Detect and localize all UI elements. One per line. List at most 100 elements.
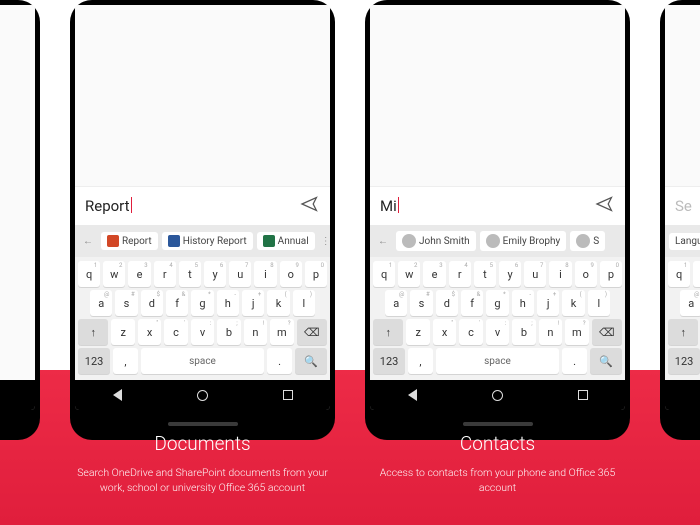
key-k[interactable]: k( xyxy=(562,290,584,316)
key-shift[interactable]: ↑ xyxy=(78,319,108,345)
key-backspace[interactable]: ⌫ xyxy=(592,319,622,345)
phone-screen xyxy=(0,5,35,410)
key-search[interactable]: 🔍 xyxy=(295,348,327,374)
key-v[interactable]: v: xyxy=(191,319,214,345)
key-u[interactable]: u7 xyxy=(229,261,251,287)
key-l[interactable]: l) xyxy=(293,290,315,316)
key-c[interactable]: c' xyxy=(164,319,187,345)
key-d[interactable]: d$ xyxy=(436,290,458,316)
key-w[interactable]: w2 xyxy=(103,261,125,287)
nav-back-icon[interactable] xyxy=(408,389,417,401)
caption-body: Access to contacts from your phone and O… xyxy=(365,465,630,495)
suggestion-back-icon[interactable]: ← xyxy=(374,236,392,247)
key-p[interactable]: p0 xyxy=(305,261,327,287)
key-backspace[interactable]: ⌫ xyxy=(297,319,327,345)
key-shift[interactable]: ↑ xyxy=(668,319,698,345)
key-z[interactable]: z xyxy=(406,319,429,345)
key-d[interactable]: d$ xyxy=(141,290,163,316)
caption-body: Search OneDrive and SharePoint documents… xyxy=(70,465,335,495)
key-a[interactable]: a@ xyxy=(680,290,700,316)
key-comma[interactable]: , xyxy=(113,348,138,374)
key-r[interactable]: r4 xyxy=(154,261,176,287)
text-input[interactable]: Se xyxy=(675,195,700,217)
key-w[interactable]: w2 xyxy=(693,261,700,287)
key-j[interactable]: j+ xyxy=(242,290,264,316)
nav-recent-icon[interactable] xyxy=(283,390,293,400)
key-numbers[interactable]: 123 xyxy=(668,348,700,374)
key-x[interactable]: x" xyxy=(433,319,456,345)
key-a[interactable]: a@ xyxy=(385,290,407,316)
key-search[interactable]: 🔍 xyxy=(590,348,622,374)
suggestion-item[interactable]: S xyxy=(570,231,605,251)
android-navbar xyxy=(665,380,700,410)
key-p[interactable]: p0 xyxy=(600,261,622,287)
suggestion-item[interactable]: Report xyxy=(101,232,158,250)
key-q[interactable]: q1 xyxy=(78,261,100,287)
key-m[interactable]: m? xyxy=(270,319,293,345)
suggestion-bar: ← Report History Report Annual ⋮ xyxy=(75,225,330,257)
suggestion-item[interactable]: John Smith xyxy=(396,231,476,251)
suggestion-item[interactable]: Annual xyxy=(257,232,315,250)
key-j[interactable]: j+ xyxy=(537,290,559,316)
key-numbers[interactable]: 123 xyxy=(78,348,110,374)
send-icon[interactable] xyxy=(300,196,320,216)
key-space[interactable]: space xyxy=(141,348,264,374)
key-h[interactable]: h- xyxy=(512,290,534,316)
key-t[interactable]: t5 xyxy=(179,261,201,287)
nav-recent-icon[interactable] xyxy=(578,390,588,400)
key-e[interactable]: e3 xyxy=(423,261,445,287)
key-s[interactable]: s# xyxy=(115,290,137,316)
key-l[interactable]: l) xyxy=(588,290,610,316)
key-y[interactable]: y6 xyxy=(204,261,226,287)
key-g[interactable]: g* xyxy=(191,290,213,316)
key-o[interactable]: o9 xyxy=(575,261,597,287)
key-a[interactable]: a@ xyxy=(90,290,112,316)
key-comma[interactable]: , xyxy=(408,348,433,374)
key-r[interactable]: r4 xyxy=(449,261,471,287)
android-navbar xyxy=(75,380,330,410)
phone-frame-contacts: Mi ← John Smith Emily Brophy S q1w2e3r4t… xyxy=(365,0,630,440)
key-shift[interactable]: ↑ xyxy=(373,319,403,345)
key-q[interactable]: q1 xyxy=(373,261,395,287)
suggestion-item[interactable]: Langua xyxy=(669,233,700,250)
key-k[interactable]: k( xyxy=(267,290,289,316)
key-space[interactable]: space xyxy=(436,348,559,374)
text-input[interactable]: Mi xyxy=(380,195,595,217)
key-m[interactable]: m? xyxy=(565,319,588,345)
key-o[interactable]: o9 xyxy=(280,261,302,287)
send-icon[interactable] xyxy=(595,196,615,216)
suggestion-back-icon[interactable]: ← xyxy=(79,236,97,247)
key-g[interactable]: g* xyxy=(486,290,508,316)
key-e[interactable]: e3 xyxy=(128,261,150,287)
phone-frame-edge-left xyxy=(0,0,40,440)
key-w[interactable]: w2 xyxy=(398,261,420,287)
key-i[interactable]: i8 xyxy=(549,261,571,287)
nav-back-icon[interactable] xyxy=(113,389,122,401)
key-h[interactable]: h- xyxy=(217,290,239,316)
key-s[interactable]: s# xyxy=(410,290,432,316)
suggestion-item[interactable]: Emily Brophy xyxy=(480,231,567,251)
key-x[interactable]: x" xyxy=(138,319,161,345)
key-t[interactable]: t5 xyxy=(474,261,496,287)
key-period[interactable]: . xyxy=(562,348,587,374)
key-u[interactable]: u7 xyxy=(524,261,546,287)
suggestion-more-icon[interactable]: ⋮ xyxy=(319,236,330,247)
key-y[interactable]: y6 xyxy=(499,261,521,287)
key-n[interactable]: n! xyxy=(539,319,562,345)
suggestion-item[interactable]: History Report xyxy=(162,232,253,250)
key-c[interactable]: c' xyxy=(459,319,482,345)
key-b[interactable]: b; xyxy=(512,319,535,345)
key-i[interactable]: i8 xyxy=(254,261,276,287)
nav-home-icon[interactable] xyxy=(197,390,208,401)
text-input[interactable]: Report xyxy=(85,195,300,217)
key-numbers[interactable]: 123 xyxy=(373,348,405,374)
key-q[interactable]: q1 xyxy=(668,261,690,287)
key-z[interactable]: z xyxy=(111,319,134,345)
key-period[interactable]: . xyxy=(267,348,292,374)
key-b[interactable]: b; xyxy=(217,319,240,345)
key-n[interactable]: n! xyxy=(244,319,267,345)
key-f[interactable]: f& xyxy=(461,290,483,316)
nav-home-icon[interactable] xyxy=(492,390,503,401)
key-f[interactable]: f& xyxy=(166,290,188,316)
key-v[interactable]: v: xyxy=(486,319,509,345)
